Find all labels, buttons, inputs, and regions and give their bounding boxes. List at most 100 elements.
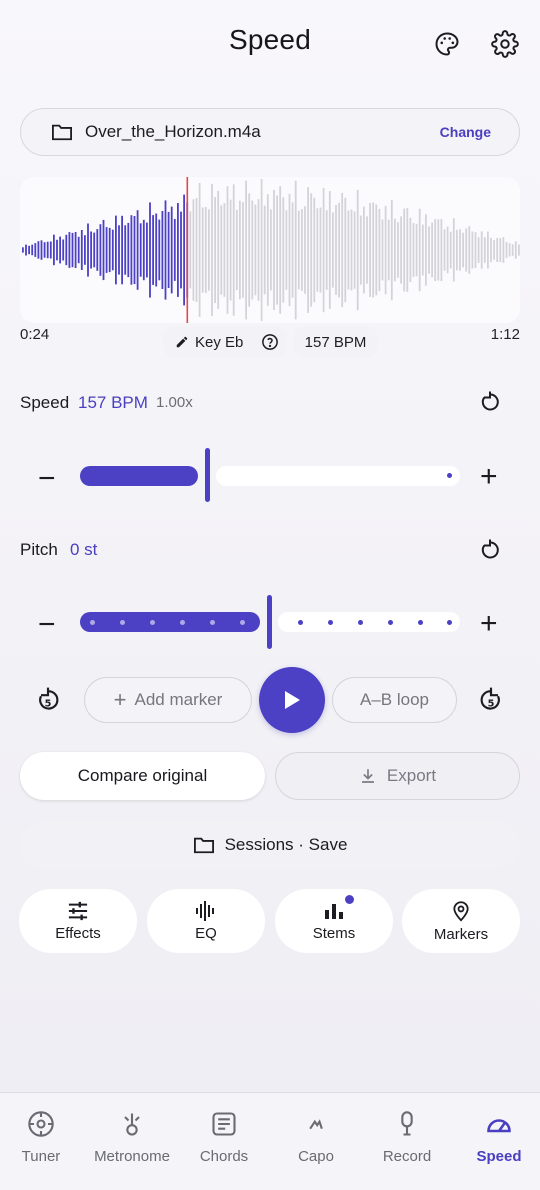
waveform-bar [90,231,92,269]
tool-markers[interactable]: Markers [402,889,520,953]
nav-record[interactable]: Record [362,1110,452,1165]
palette-icon[interactable] [431,28,463,60]
waveform-bar [251,200,254,300]
waveform-bar [53,234,55,266]
add-marker-label: Add marker [134,690,223,709]
export-button[interactable]: Export [275,752,520,800]
pitch-increase-button[interactable]: + [480,607,498,641]
play-button[interactable] [259,667,325,733]
reset-speed-icon[interactable] [478,390,502,414]
waveform-bar [375,204,378,296]
waveform-bar [384,205,387,295]
nav-tuner[interactable]: Tuner [0,1110,86,1165]
waveform-bar [108,227,111,273]
pitch-stop-dot [298,620,303,625]
nav-metronome[interactable]: Metronome [87,1110,177,1165]
waveform-bar [22,247,24,253]
pitch-stop-dot [180,620,185,625]
tool-eq[interactable]: EQ [147,889,265,953]
pitch-track-fill [80,612,260,632]
speed-decrease-button[interactable]: − [38,462,56,496]
waveform-bar [192,199,195,301]
add-marker-button[interactable]: + Add marker [84,677,252,723]
waveform-bar [459,229,461,271]
current-time: 0:24 [20,326,50,343]
waveform-bar [96,229,99,271]
waveform-bar [68,232,71,268]
nav-capo[interactable]: Capo [271,1110,361,1165]
nav-chords[interactable]: Chords [179,1110,269,1165]
waveform-bar [477,237,480,263]
equalizer-icon [195,900,217,921]
speed-increase-button[interactable]: + [480,460,498,494]
pitch-stop-dot [328,620,333,625]
tool-effects[interactable]: Effects [19,889,137,953]
waveform-bar [130,215,133,285]
file-selector[interactable]: Over_the_Horizon.m4a Change [20,108,520,156]
pitch-slider[interactable] [80,595,460,651]
speed-slider[interactable] [80,448,460,504]
forward-5-icon[interactable]: 5 [478,686,504,714]
waveform-bar [105,227,108,273]
sessions-save-button[interactable]: Sessions · Save [20,821,520,869]
waveform-bar [204,207,207,294]
waveform-bar [425,214,427,286]
waveform-bar [353,211,356,289]
pitch-stop-dot [120,620,125,625]
waveform-bar [146,222,148,278]
tool-label: Markers [433,925,489,943]
change-file-button[interactable]: Change [440,124,491,140]
rewind-5-icon[interactable]: 5 [35,686,61,714]
waveform-bar [316,208,319,292]
compare-original-button[interactable]: Compare original [20,752,265,800]
waveform-bar [31,244,34,256]
gear-icon[interactable] [489,28,521,60]
waveform-bar [347,210,350,290]
waveform-bar [313,197,316,303]
waveform-bar [40,240,43,260]
waveform-bar [518,244,520,256]
waveform-bar [254,204,257,296]
key-label: Key Eb [195,333,244,351]
waveform-bar [462,232,464,268]
pitch-decrease-button[interactable]: − [38,608,56,642]
reset-pitch-icon[interactable] [478,538,502,562]
ab-loop-button[interactable]: A–B loop [332,677,457,723]
waveform-bar [409,217,412,283]
waveform-bar [149,202,151,298]
waveform[interactable] [20,177,520,323]
waveform-bar [431,222,433,278]
key-chip[interactable]: Key Eb [163,326,287,358]
waveform-bar [43,242,46,258]
speedometer-icon [485,1110,513,1138]
nav-speed[interactable]: Speed [454,1110,540,1165]
waveform-bar [158,219,161,281]
nav-label: Capo [298,1148,334,1165]
waveform-bar [452,218,455,282]
waveform-bar [229,199,232,301]
waveform-bar [127,222,130,278]
speed-slider-thumb[interactable] [205,448,210,502]
bpm-chip[interactable]: 157 BPM [293,326,378,358]
pitch-stop-dot [358,620,363,625]
tool-label: EQ [195,924,217,942]
waveform-bar [468,226,471,274]
help-icon[interactable] [261,333,279,351]
waveform-bar [480,231,483,269]
waveform-bar [428,226,430,274]
nav-label: Metronome [94,1148,170,1165]
nav-label: Speed [476,1148,522,1165]
tool-label: Effects [55,924,101,942]
waveform-bar [198,183,201,317]
waveform-bar [356,189,359,311]
pitch-slider-thumb[interactable] [267,595,272,649]
capo-icon [302,1110,330,1138]
waveform-bar [173,219,176,281]
tool-stems[interactable]: Stems [275,889,393,953]
waveform-bar [226,186,229,314]
waveform-bar [282,197,285,303]
waveform-bar [142,219,145,281]
waveform-bar [121,215,123,285]
waveform-bar [406,208,409,292]
playhead[interactable] [186,177,189,323]
